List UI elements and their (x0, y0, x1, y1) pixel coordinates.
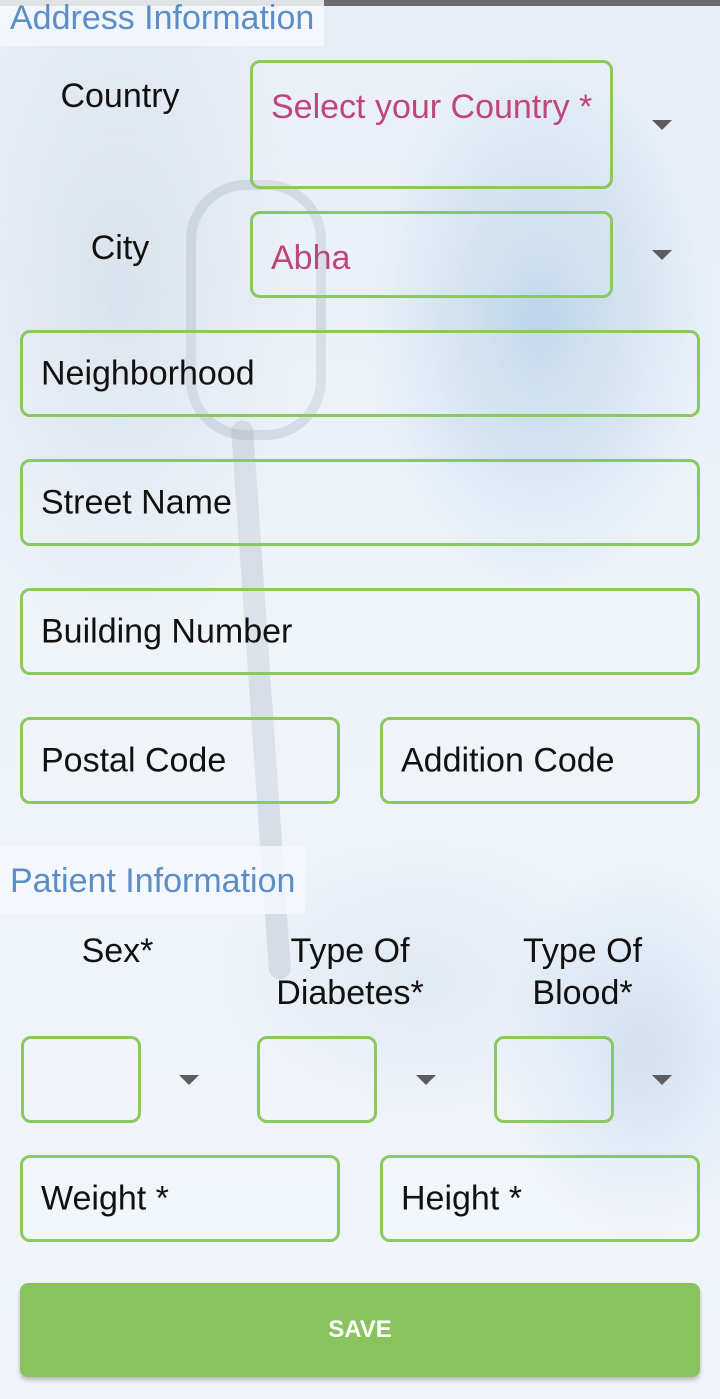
city-select-value: Abha (271, 239, 351, 277)
weight-field[interactable]: Weight * (20, 1155, 340, 1242)
city-chevron-down-icon[interactable] (652, 250, 672, 260)
city-select[interactable]: Abha (250, 211, 613, 298)
diabetes-type-label: Type Of Diabetes* (276, 932, 424, 1012)
building-number-placeholder: Building Number (41, 612, 293, 650)
country-select[interactable]: Select your Country * (250, 60, 613, 189)
street-name-placeholder: Street Name (41, 483, 232, 521)
height-placeholder: Height * (401, 1179, 522, 1217)
sex-chevron-down-icon[interactable] (179, 1075, 199, 1085)
street-name-field[interactable]: Street Name (20, 459, 700, 546)
postal-code-placeholder: Postal Code (41, 741, 227, 779)
sex-select[interactable] (21, 1036, 141, 1123)
neighborhood-field[interactable]: Neighborhood (20, 330, 700, 417)
patient-section-title: Patient Information (0, 846, 306, 914)
weight-placeholder: Weight * (41, 1179, 169, 1217)
building-number-field[interactable]: Building Number (20, 588, 700, 675)
postal-code-field[interactable]: Postal Code (20, 717, 340, 804)
diabetes-chevron-down-icon[interactable] (416, 1075, 436, 1085)
addition-code-field[interactable]: Addition Code (380, 717, 700, 804)
blood-type-label: Type Of Blood* (522, 932, 643, 1012)
save-button[interactable]: SAVE (20, 1283, 700, 1377)
country-select-value: Select your Country * (271, 88, 593, 126)
sex-label: Sex* (81, 932, 154, 970)
country-label: Country (60, 77, 180, 115)
blood-chevron-down-icon[interactable] (652, 1075, 672, 1085)
city-label: City (90, 229, 150, 267)
height-field[interactable]: Height * (380, 1155, 700, 1242)
addition-code-placeholder: Addition Code (401, 741, 615, 779)
diabetes-type-select[interactable] (257, 1036, 377, 1123)
neighborhood-placeholder: Neighborhood (41, 354, 255, 392)
address-section-title: Address Information (0, 0, 325, 46)
blood-type-select[interactable] (494, 1036, 614, 1123)
country-chevron-down-icon[interactable] (652, 120, 672, 130)
